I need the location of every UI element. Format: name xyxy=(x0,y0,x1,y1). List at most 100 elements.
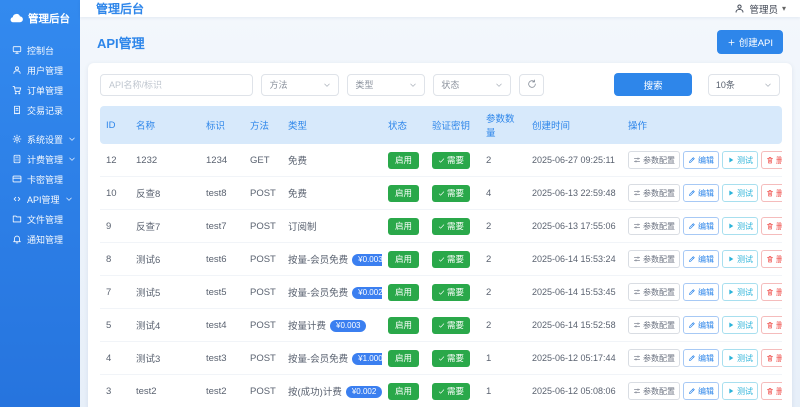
play-icon xyxy=(727,321,735,329)
app-window: 管理后台 控制台 用户管理 订单管理 交易记录 系统设置 计费管理 卡密管理 A… xyxy=(0,0,800,407)
verify-badge: 需要 xyxy=(432,349,471,367)
status-badge: 启用 xyxy=(388,316,420,334)
params-config-button[interactable]: 参数配置 xyxy=(628,250,680,268)
type-select[interactable]: 类型 xyxy=(347,73,426,96)
status-select[interactable]: 状态 xyxy=(433,73,512,96)
delete-button[interactable]: 删除 xyxy=(761,349,782,367)
sidebar-item[interactable]: 控制台 xyxy=(0,40,80,60)
col-method: 方法 xyxy=(244,106,282,144)
delete-button[interactable]: 删除 xyxy=(761,382,782,400)
cell-slug: 1234 xyxy=(200,144,244,177)
calc-icon xyxy=(12,154,22,164)
page-size-select[interactable]: 10条 xyxy=(707,73,780,96)
row-actions: 参数配置 编辑 测试 xyxy=(628,250,782,268)
refresh-button[interactable] xyxy=(519,73,545,96)
edit-button[interactable]: 编辑 xyxy=(683,250,719,268)
col-ops: 操作 xyxy=(622,106,782,144)
cell-created: 2025-06-13 17:55:06 xyxy=(526,209,622,243)
sidebar: 管理后台 控制台 用户管理 订单管理 交易记录 系统设置 计费管理 卡密管理 A… xyxy=(0,0,80,407)
params-config-button[interactable]: 参数配置 xyxy=(628,184,680,202)
verify-badge: 需要 xyxy=(432,382,471,400)
delete-button[interactable]: 删除 xyxy=(761,250,782,268)
params-config-button[interactable]: 参数配置 xyxy=(628,217,680,235)
col-status: 状态 xyxy=(382,106,426,144)
edit-button[interactable]: 编辑 xyxy=(683,283,719,301)
create-api-button[interactable]: 创建API xyxy=(716,30,783,54)
method-select[interactable]: 方法 xyxy=(261,73,340,96)
delete-button[interactable]: 删除 xyxy=(761,283,782,301)
cell-method: GET xyxy=(244,144,282,177)
params-config-button[interactable]: 参数配置 xyxy=(628,349,680,367)
params-config-button[interactable]: 参数配置 xyxy=(628,283,680,301)
delete-button[interactable]: 删除 xyxy=(761,316,782,334)
gear-icon xyxy=(12,134,22,144)
table-body: 12 1232 1234 GET 免费 启用 需要 2 2025-06-27 0… xyxy=(100,144,782,407)
edit-button[interactable]: 编辑 xyxy=(683,382,719,400)
cell-id: 9 xyxy=(100,209,130,243)
test-button[interactable]: 测试 xyxy=(722,217,758,235)
cell-name: 测试3 xyxy=(130,341,200,375)
sidebar-item[interactable]: 用户管理 xyxy=(0,60,80,80)
user-menu[interactable]: 管理员 ▾ xyxy=(734,2,786,16)
col-type: 类型 xyxy=(282,106,382,144)
sliders-icon xyxy=(633,288,641,296)
sidebar-item[interactable]: 订单管理 xyxy=(0,80,80,100)
search-input[interactable] xyxy=(100,73,254,96)
test-button[interactable]: 测试 xyxy=(722,316,758,334)
pencil-icon xyxy=(688,387,696,395)
user-icon xyxy=(734,3,745,14)
trash-icon xyxy=(766,387,774,395)
topbar: 管理后台 管理员 ▾ xyxy=(80,0,800,17)
table-row: 3 test2 test2 POST 按(成功)计费 ¥0.002 启用 需要 … xyxy=(100,374,782,407)
test-button[interactable]: 测试 xyxy=(722,382,758,400)
sidebar-item[interactable]: 交易记录 xyxy=(0,100,80,120)
table-header: ID 名称 标识 方法 类型 状态 验证密钥 参数数量 创建时间 操作 xyxy=(100,106,782,144)
cell-name: 测试6 xyxy=(130,242,200,276)
topbar-title: 管理后台 xyxy=(96,2,145,16)
sidebar-item[interactable]: 文件管理 xyxy=(0,209,80,229)
monitor-icon xyxy=(12,45,22,55)
params-config-button[interactable]: 参数配置 xyxy=(628,382,680,400)
col-params: 参数数量 xyxy=(480,106,526,144)
delete-button[interactable]: 删除 xyxy=(761,184,782,202)
delete-button[interactable]: 删除 xyxy=(761,151,782,169)
status-badge: 启用 xyxy=(388,184,420,202)
edit-button[interactable]: 编辑 xyxy=(683,184,719,202)
sidebar-item-label: 控制台 xyxy=(27,45,55,56)
chevron-down-icon xyxy=(65,195,73,203)
params-config-button[interactable]: 参数配置 xyxy=(628,151,680,169)
delete-button[interactable]: 删除 xyxy=(761,217,782,235)
trash-icon xyxy=(766,354,774,362)
sidebar-item-label: 通知管理 xyxy=(27,234,64,245)
cell-method: POST xyxy=(244,341,282,375)
test-button[interactable]: 测试 xyxy=(722,184,758,202)
cell-operations: 参数配置 编辑 测试 xyxy=(622,242,782,276)
sidebar-item[interactable]: 计费管理 xyxy=(0,149,80,169)
sidebar-item[interactable]: API管理 xyxy=(0,189,80,209)
test-button[interactable]: 测试 xyxy=(722,283,758,301)
edit-button[interactable]: 编辑 xyxy=(683,316,719,334)
cell-verify: 需要 xyxy=(426,242,480,276)
cell-created: 2025-06-27 09:25:11 xyxy=(526,144,622,177)
test-button[interactable]: 测试 xyxy=(722,349,758,367)
row-actions: 参数配置 编辑 测试 xyxy=(628,217,782,235)
col-created: 创建时间 xyxy=(526,106,622,144)
sidebar-item[interactable]: 系统设置 xyxy=(0,129,80,149)
test-button[interactable]: 测试 xyxy=(722,151,758,169)
test-button[interactable]: 测试 xyxy=(722,250,758,268)
sidebar-item[interactable]: 卡密管理 xyxy=(0,169,80,189)
sliders-icon xyxy=(633,255,641,263)
user-icon xyxy=(12,65,22,75)
check-icon xyxy=(438,355,445,362)
sidebar-item[interactable]: 通知管理 xyxy=(0,229,80,249)
edit-button[interactable]: 编辑 xyxy=(683,151,719,169)
edit-button[interactable]: 编辑 xyxy=(683,217,719,235)
cell-type: 按量计费 ¥0.003 xyxy=(282,308,382,342)
params-config-button[interactable]: 参数配置 xyxy=(628,316,680,334)
cell-slug: test4 xyxy=(200,308,244,342)
folder-icon xyxy=(12,214,22,224)
cell-operations: 参数配置 编辑 测试 xyxy=(622,176,782,210)
search-button[interactable]: 搜索 xyxy=(614,73,692,96)
edit-button[interactable]: 编辑 xyxy=(683,349,719,367)
sliders-icon xyxy=(633,387,641,395)
